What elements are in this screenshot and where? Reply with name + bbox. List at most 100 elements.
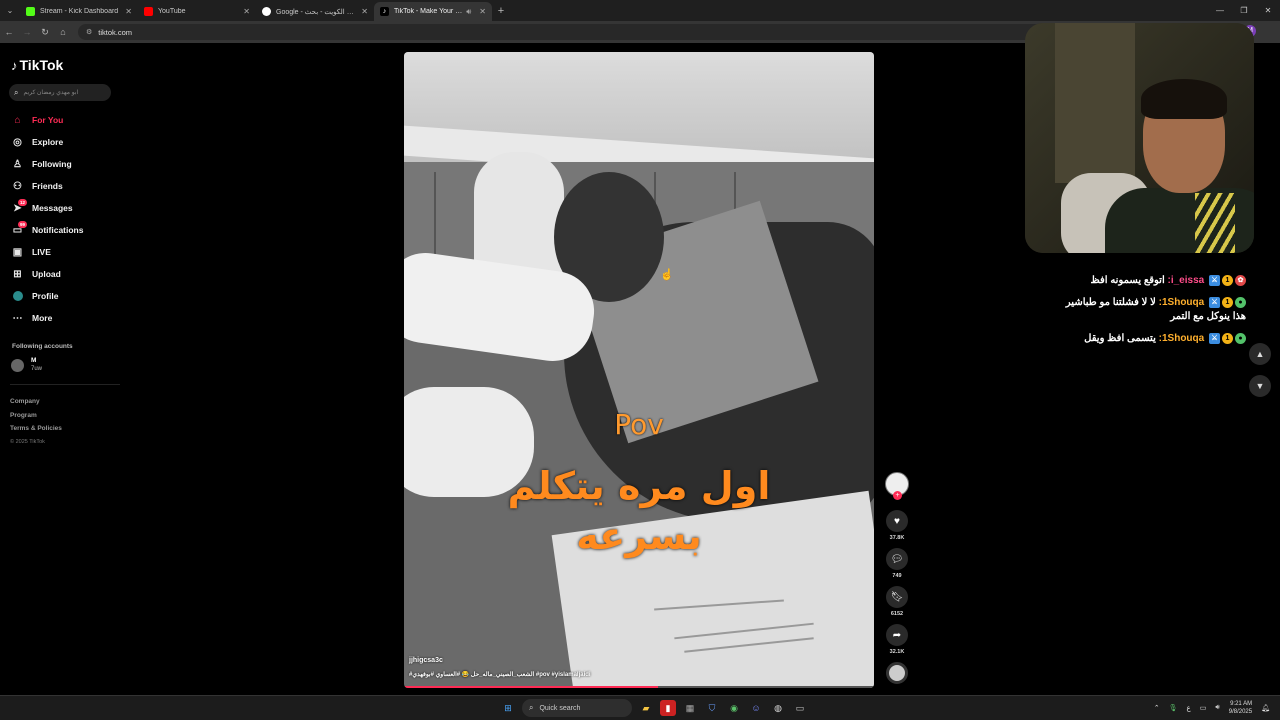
chevron-up-icon[interactable]: ⌃ [1154, 704, 1160, 712]
sidebar-item-more[interactable]: ⋯ More [11, 307, 121, 329]
video-hashtags[interactable]: #الشعب_الصيني_ماله_حل 😂 #العساوي #بوفهدي… [409, 671, 591, 678]
creator-avatar[interactable]: + [885, 472, 909, 500]
sidebar-item-profile[interactable]: Profile [11, 285, 121, 307]
like-button[interactable]: ♥ 37.8K [885, 510, 909, 543]
home-icon[interactable]: ⌂ [54, 27, 72, 37]
close-icon[interactable]: ✕ [361, 7, 368, 16]
keyboard-language[interactable]: ع [1187, 704, 1191, 712]
comment-button[interactable]: 💬︎ 749 [885, 548, 909, 581]
sidebar-item-label: Following [32, 159, 72, 169]
close-icon[interactable]: ✕ [243, 7, 250, 16]
window-controls: — ❐ ✕ [1208, 0, 1280, 21]
next-video-button[interactable]: ▼ [1249, 375, 1271, 397]
close-window-icon[interactable]: ✕ [1256, 0, 1280, 21]
sidebar-item-live[interactable]: ▣ LIVE [11, 241, 121, 263]
chat-username[interactable]: 1Shouqa [1162, 297, 1204, 308]
chat-text: يتسمى افظ ويقل [1084, 333, 1156, 344]
speaker-icon[interactable]: 🔊︎ [466, 7, 471, 17]
chat-username[interactable]: i_eissa [1171, 275, 1204, 286]
back-icon[interactable]: ← [0, 27, 18, 37]
shield-icon[interactable]: ⛉ [704, 700, 720, 716]
file-explorer-icon[interactable]: ▰ [638, 700, 654, 716]
tab-google[interactable]: Google - برجر جياني الكويت - بحث ✕ [256, 2, 374, 21]
close-icon[interactable]: ✕ [125, 7, 132, 16]
compass-icon: ◎ [13, 136, 22, 148]
follow-plus-icon[interactable]: + [893, 491, 902, 500]
sidebar-menu: ⌂ For You ◎ Explore ♙ Following ⚇ Friend… [11, 109, 121, 329]
app-red-icon[interactable]: ▮ [660, 700, 676, 716]
sub-badge-icon: 1 [1222, 274, 1233, 286]
footer-terms-link[interactable]: Terms & Policies [10, 422, 62, 436]
sidebar-item-label: Friends [32, 181, 63, 191]
tab-search-icon[interactable]: ⌄ [0, 0, 20, 21]
sidebar-item-notifications[interactable]: ▭ 99 Notifications [11, 219, 121, 241]
video-caption-pov: Pov [614, 408, 664, 441]
speaker-icon[interactable]: 🔊︎ [1215, 704, 1219, 712]
network-icon[interactable]: ▭ [1200, 704, 1207, 712]
new-tab-button[interactable]: + [492, 5, 510, 17]
account-handle: 7uw [31, 366, 43, 372]
search-icon: ⌕ [529, 703, 534, 712]
tab-youtube[interactable]: YouTube ✕ [138, 2, 256, 21]
notification-bell-icon[interactable]: 🔔︎ [1261, 704, 1270, 712]
site-info-icon[interactable]: ⚙ [86, 28, 92, 36]
sub-badge-icon: 1 [1222, 332, 1233, 344]
search-icon: ⌕ [14, 87, 19, 97]
save-button[interactable]: 🔖︎ 6152 [885, 586, 909, 619]
restore-icon[interactable]: ❐ [1232, 0, 1256, 21]
home-icon: ⌂ [14, 114, 21, 126]
browser-tab-bar: ⌄ Stream - Kick Dashboard ✕ YouTube ✕ Go… [0, 0, 1280, 21]
sub-badge-icon: 1 [1222, 296, 1233, 308]
footer-program-link[interactable]: Program [10, 409, 62, 423]
search-input[interactable]: ⌕ ابو مهدي رمضان كريم [9, 84, 111, 101]
video-player[interactable]: ☝ Pov اول مره يتكلم بسرعه jjhigcsa3c #ال… [404, 52, 874, 688]
app-grid-icon[interactable]: ▦ [682, 700, 698, 716]
chat-username[interactable]: 1Shouqa [1162, 333, 1204, 344]
chrome-icon[interactable]: ◉ [726, 700, 742, 716]
sidebar-item-upload[interactable]: ⊞ Upload [11, 263, 121, 285]
discord-icon[interactable]: ☺ [748, 700, 764, 716]
microphone-icon[interactable]: 🎙︎ [1169, 704, 1178, 712]
video-author[interactable]: jjhigcsa3c [409, 657, 443, 664]
like-count: 37.8K [889, 535, 905, 541]
taskbar-clock[interactable]: 9:21 AM 9/8/2025 [1229, 700, 1252, 716]
video-progress-fill [404, 686, 658, 688]
forward-icon[interactable]: → [18, 27, 36, 37]
chat-badges: ⚔ 1 ● [1209, 296, 1246, 308]
sidebar-item-messages[interactable]: ➤ 12 Messages [11, 197, 121, 219]
video-caption-line1: اول مره يتكلم [507, 464, 771, 508]
footer-company-link[interactable]: Company [10, 395, 62, 409]
music-disc[interactable] [885, 662, 909, 684]
taskbar-center: ⊞ ⌕ Quick search ▰ ▮ ▦ ⛉ ◉ ☺ ◍ ▭ [500, 699, 808, 717]
webcam-shirt-stripe [1195, 193, 1235, 253]
terminal-icon[interactable]: ▭ [792, 700, 808, 716]
close-icon[interactable]: ✕ [479, 7, 486, 16]
windows-start-icon[interactable]: ⊞ [500, 700, 516, 716]
footer-copyright: © 2025 TikTok [10, 438, 45, 445]
clock-time: 9:21 AM [1230, 701, 1253, 707]
tiktok-logo[interactable]: ♪ TikTok [11, 57, 63, 73]
taskbar-search[interactable]: ⌕ Quick search [522, 699, 632, 717]
chat-badges: ⚔ 1 ● [1209, 332, 1246, 344]
url-text: tiktok.com [98, 27, 133, 37]
chevron-down-icon: ▼ [1255, 381, 1265, 391]
clock-date: 9/8/2025 [1228, 709, 1253, 715]
tab-title: TikTok - Make Your Day [394, 8, 463, 15]
tab-kick[interactable]: Stream - Kick Dashboard ✕ [20, 2, 138, 21]
minimize-icon[interactable]: — [1208, 0, 1232, 21]
obs-icon[interactable]: ◍ [770, 700, 786, 716]
sidebar-item-following[interactable]: ♙ Following [11, 153, 121, 175]
sidebar-item-friends[interactable]: ⚇ Friends [11, 175, 121, 197]
live-icon: ▣ [12, 246, 23, 258]
sidebar-item-explore[interactable]: ◎ Explore [11, 131, 121, 153]
windows-taskbar: ⊞ ⌕ Quick search ▰ ▮ ▦ ⛉ ◉ ☺ ◍ ▭ ⌃ 🎙︎ ع … [0, 695, 1280, 720]
tab-tiktok[interactable]: ♪ TikTok - Make Your Day 🔊︎ ✕ [374, 2, 492, 21]
reload-icon[interactable]: ↻ [36, 27, 54, 38]
share-button[interactable]: ➦ 32.1K [885, 624, 909, 657]
previous-video-button[interactable]: ▲ [1249, 343, 1271, 365]
video-progress-bar[interactable] [404, 686, 874, 688]
chat-message: ⚔ 1 ● 1Shouqa: لا لا فشلتنا مو طباشير هذ… [1065, 296, 1246, 322]
tab-title: Stream - Kick Dashboard [40, 8, 119, 15]
following-account[interactable]: M 7uw [11, 357, 42, 373]
sidebar-item-for-you[interactable]: ⌂ For You [11, 109, 121, 131]
